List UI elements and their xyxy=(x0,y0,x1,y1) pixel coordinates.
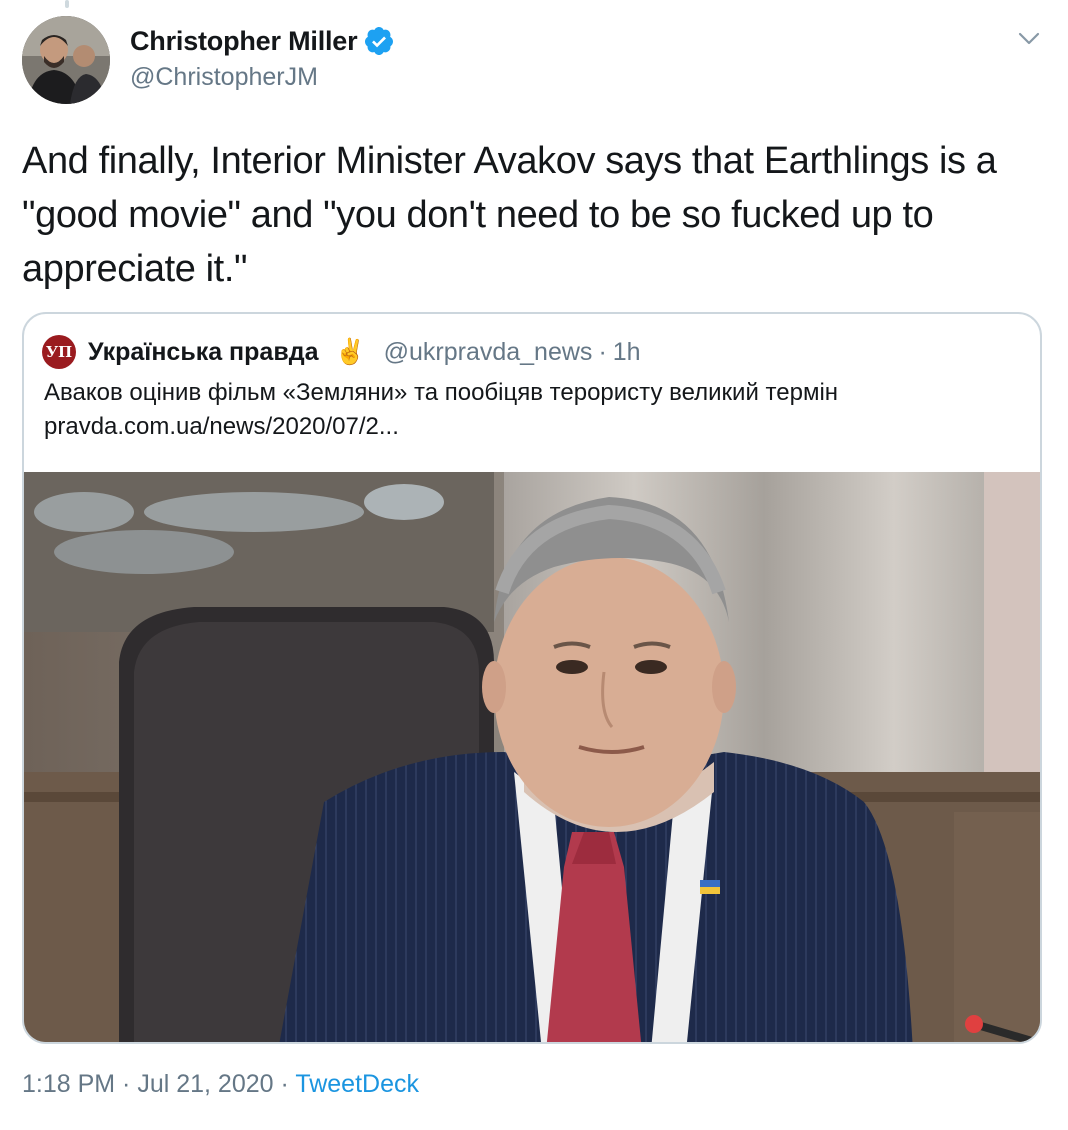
quoted-media-image[interactable] xyxy=(24,472,1040,1042)
quoted-tweet-card[interactable]: УП Українська правда ✌️ @ukrpravda_news … xyxy=(22,312,1042,1044)
tweet-source-link[interactable]: TweetDeck xyxy=(295,1070,419,1098)
quoted-avatar[interactable]: УП xyxy=(42,335,76,369)
tweet-date[interactable]: Jul 21, 2020 xyxy=(137,1070,273,1098)
verified-icon xyxy=(363,25,395,57)
quoted-author-name[interactable]: Українська правда xyxy=(88,338,318,367)
quoted-link[interactable]: pravda.com.ua/news/2020/07/2... xyxy=(44,410,1024,444)
separator-dot: · xyxy=(598,337,607,366)
author-name[interactable]: Christopher Miller xyxy=(130,26,358,57)
thread-connector-line xyxy=(65,0,69,8)
separator-dot: · xyxy=(115,1070,138,1098)
tweet-text: And finally, Interior Minister Avakov sa… xyxy=(22,140,997,290)
chevron-down-icon[interactable] xyxy=(1014,24,1044,54)
quoted-tweet-text: Аваков оцінив фільм «Земляни» та пообіця… xyxy=(44,376,1024,444)
tweet-footer: 1:18 PM · Jul 21, 2020 · TweetDeck xyxy=(22,1070,419,1099)
avatar[interactable] xyxy=(22,16,110,104)
victory-hand-emoji: ✌️ xyxy=(334,337,366,366)
author-handle[interactable]: @ChristopherJM xyxy=(130,63,395,92)
separator-dot: · xyxy=(273,1070,296,1098)
tweet-time[interactable]: 1:18 PM xyxy=(22,1070,115,1098)
quoted-timestamp[interactable]: 1h xyxy=(613,338,641,367)
quoted-text-line: Аваков оцінив фільм «Земляни» та пообіця… xyxy=(44,379,839,406)
quoted-author-handle[interactable]: @ukrpravda_news xyxy=(384,338,593,367)
